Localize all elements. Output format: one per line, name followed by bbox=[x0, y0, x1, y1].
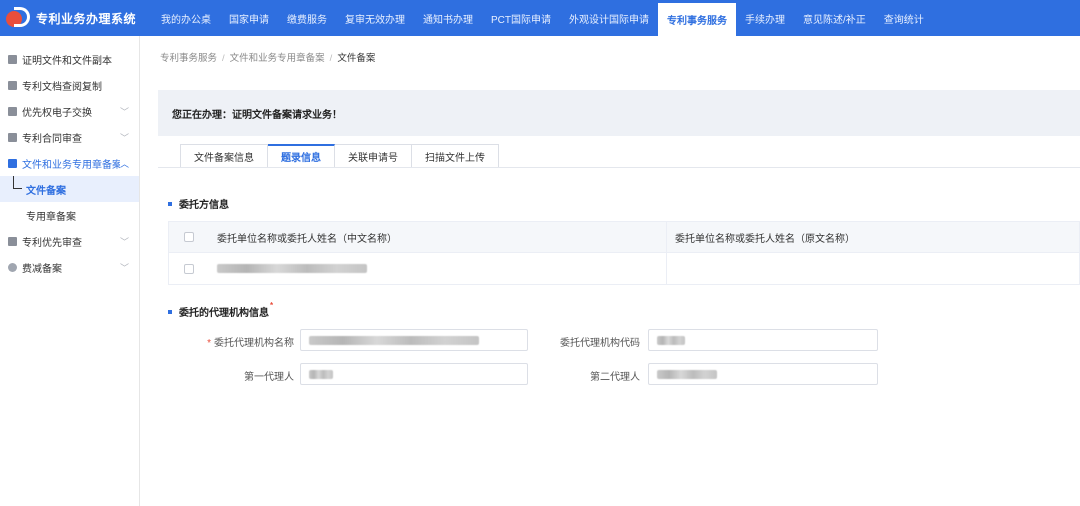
breadcrumb-current: 文件备案 bbox=[337, 53, 376, 64]
tree-connector bbox=[13, 176, 22, 189]
row-select-cell bbox=[169, 253, 209, 284]
table-header-row: 委托单位名称或委托人姓名（中文名称） 委托单位名称或委托人姓名（原文名称） bbox=[169, 222, 1079, 253]
client-table: 委托单位名称或委托人姓名（中文名称） 委托单位名称或委托人姓名（原文名称） bbox=[168, 221, 1080, 285]
nav-item-patent-affairs[interactable]: 专利事务服务 bbox=[658, 0, 736, 36]
sidebar-item-contract-review[interactable]: 专利合同审查 ﹀ bbox=[0, 124, 139, 150]
table-row[interactable] bbox=[169, 253, 1079, 284]
nav-item-my-desk[interactable]: 我的办公桌 bbox=[152, 0, 220, 36]
nav-item-national-application[interactable]: 国家申请 bbox=[220, 0, 278, 36]
sidebar-item-fee-reduction[interactable]: 费减备案 ﹀ bbox=[0, 254, 139, 280]
agency-name-input[interactable] bbox=[300, 329, 528, 351]
redacted-text bbox=[309, 369, 333, 379]
sidebar-item-label: 文件和业务专用章备案 bbox=[22, 159, 120, 171]
agency-name-label: * 委托代理机构名称 bbox=[207, 338, 294, 349]
agency-code-input[interactable] bbox=[648, 329, 878, 351]
breadcrumb-separator: / bbox=[222, 53, 225, 64]
agency-section-title: 委托的代理机构信息 * bbox=[168, 301, 274, 319]
exchange-icon bbox=[8, 106, 17, 116]
top-navigation-bar: 专利业务办理系统 我的办公桌 国家申请 缴费服务 复审无效办理 通知书办理 PC… bbox=[0, 0, 1080, 36]
sidebar-subitem-document-filing[interactable]: 文件备案 bbox=[0, 176, 139, 202]
tab-bar: 文件备案信息 题录信息 关联申请号 扫描文件上传 bbox=[180, 144, 499, 168]
sidebar-subitem-label: 文件备案 bbox=[26, 185, 66, 197]
stamp-icon bbox=[8, 158, 17, 168]
sidebar: 证明文件和文件副本 专利文档查阅复制 优先权电子交换 ﹀ 专利合同审查 ﹀ 文件… bbox=[0, 36, 140, 506]
required-mark: * bbox=[207, 338, 211, 349]
sidebar-item-label: 优先权电子交换 bbox=[22, 107, 92, 119]
sidebar-subitem-label: 专用章备案 bbox=[26, 211, 76, 223]
agency-code-label: 委托代理机构代码 bbox=[560, 338, 640, 349]
client-section-label: 委托方信息 bbox=[179, 200, 229, 211]
nav-item-pct[interactable]: PCT国际申请 bbox=[482, 0, 560, 36]
nav-item-design-international[interactable]: 外观设计国际申请 bbox=[560, 0, 658, 36]
client-original-name-cell bbox=[667, 253, 1079, 284]
tab-scan-upload[interactable]: 扫描文件上传 bbox=[412, 144, 499, 168]
sidebar-item-label: 专利合同审查 bbox=[22, 133, 82, 145]
tab-related-application[interactable]: 关联申请号 bbox=[335, 144, 412, 168]
sidebar-item-label: 专利文档查阅复制 bbox=[22, 81, 102, 93]
sidebar-subitem-seal-filing[interactable]: 专用章备案 bbox=[0, 202, 139, 228]
nav-item-procedures[interactable]: 手续办理 bbox=[736, 0, 794, 36]
tab-divider bbox=[158, 167, 1080, 168]
chevron-down-icon: ﹀ bbox=[119, 106, 129, 117]
redacted-text bbox=[657, 369, 717, 379]
document-icon bbox=[8, 54, 17, 64]
sidebar-item-seal-filing[interactable]: 文件和业务专用章备案 ︿ bbox=[0, 150, 139, 176]
sidebar-item-certificates[interactable]: 证明文件和文件副本 bbox=[0, 46, 139, 72]
section-bullet bbox=[168, 309, 172, 314]
column-header-original-name: 委托单位名称或委托人姓名（原文名称） bbox=[675, 233, 855, 245]
breadcrumb-link-patent-affairs[interactable]: 专利事务服务 bbox=[160, 53, 217, 64]
sidebar-item-label: 专利优先审查 bbox=[22, 237, 82, 249]
tab-filing-info[interactable]: 文件备案信息 bbox=[180, 144, 268, 168]
redacted-text bbox=[309, 335, 479, 345]
redacted-text bbox=[217, 264, 367, 273]
sidebar-item-label: 费减备案 bbox=[22, 263, 62, 275]
row-checkbox[interactable] bbox=[184, 263, 194, 274]
tab-bibliographic-info[interactable]: 题录信息 bbox=[268, 144, 335, 168]
column-header-chinese-name: 委托单位名称或委托人姓名（中文名称） bbox=[209, 222, 667, 252]
nav-item-reexamination[interactable]: 复审无效办理 bbox=[336, 0, 414, 36]
second-agent-input[interactable] bbox=[648, 363, 878, 385]
sidebar-item-document-copy[interactable]: 专利文档查阅复制 bbox=[0, 72, 139, 98]
contract-icon bbox=[8, 132, 17, 142]
priority-icon bbox=[8, 236, 17, 246]
nav-item-query-statistics[interactable]: 查询统计 bbox=[875, 0, 933, 36]
folder-icon bbox=[8, 80, 17, 90]
logo-icon bbox=[6, 5, 32, 31]
breadcrumb-link-seal-filing[interactable]: 文件和业务专用章备案 bbox=[230, 53, 325, 64]
chevron-down-icon: ﹀ bbox=[119, 262, 129, 273]
nav-item-opinion-correction[interactable]: 意见陈述/补正 bbox=[794, 0, 875, 36]
main-content: 专利事务服务 / 文件和业务专用章备案 / 文件备案 您正在办理：证明文件备案请求业务！… bbox=[148, 36, 1080, 506]
select-all-cell bbox=[169, 222, 209, 252]
main-nav: 我的办公桌 国家申请 缴费服务 复审无效办理 通知书办理 PCT国际申请 外观设… bbox=[152, 0, 933, 36]
first-agent-input[interactable] bbox=[300, 363, 528, 385]
client-chinese-name-cell bbox=[209, 253, 667, 284]
chevron-down-icon: ﹀ bbox=[119, 132, 129, 143]
select-all-checkbox[interactable] bbox=[184, 232, 194, 242]
section-bullet bbox=[168, 201, 172, 206]
chevron-down-icon: ﹀ bbox=[119, 236, 129, 247]
app-title: 专利业务办理系统 bbox=[36, 11, 137, 26]
second-agent-label: 第二代理人 bbox=[590, 372, 640, 383]
chevron-up-icon: ︿ bbox=[119, 158, 129, 169]
nav-item-fee-service[interactable]: 缴费服务 bbox=[278, 0, 336, 36]
breadcrumb-separator: / bbox=[329, 53, 333, 64]
breadcrumb: 专利事务服务 / 文件和业务专用章备案 / 文件备案 bbox=[160, 50, 375, 64]
sidebar-item-priority-examination[interactable]: 专利优先审查 ﹀ bbox=[0, 228, 139, 254]
sidebar-item-label: 证明文件和文件副本 bbox=[22, 55, 112, 67]
agency-section-label: 委托的代理机构信息 bbox=[179, 308, 269, 319]
required-mark: * bbox=[270, 301, 274, 310]
nav-item-notices[interactable]: 通知书办理 bbox=[414, 0, 482, 36]
brand[interactable]: 专利业务办理系统 bbox=[0, 0, 150, 36]
first-agent-label: 第一代理人 bbox=[244, 372, 294, 383]
business-notice: 您正在办理：证明文件备案请求业务！ bbox=[158, 90, 1080, 136]
sidebar-item-priority-exchange[interactable]: 优先权电子交换 ﹀ bbox=[0, 98, 139, 124]
redacted-text bbox=[657, 335, 685, 345]
fee-icon bbox=[8, 262, 17, 272]
client-section-title: 委托方信息 bbox=[168, 196, 229, 211]
